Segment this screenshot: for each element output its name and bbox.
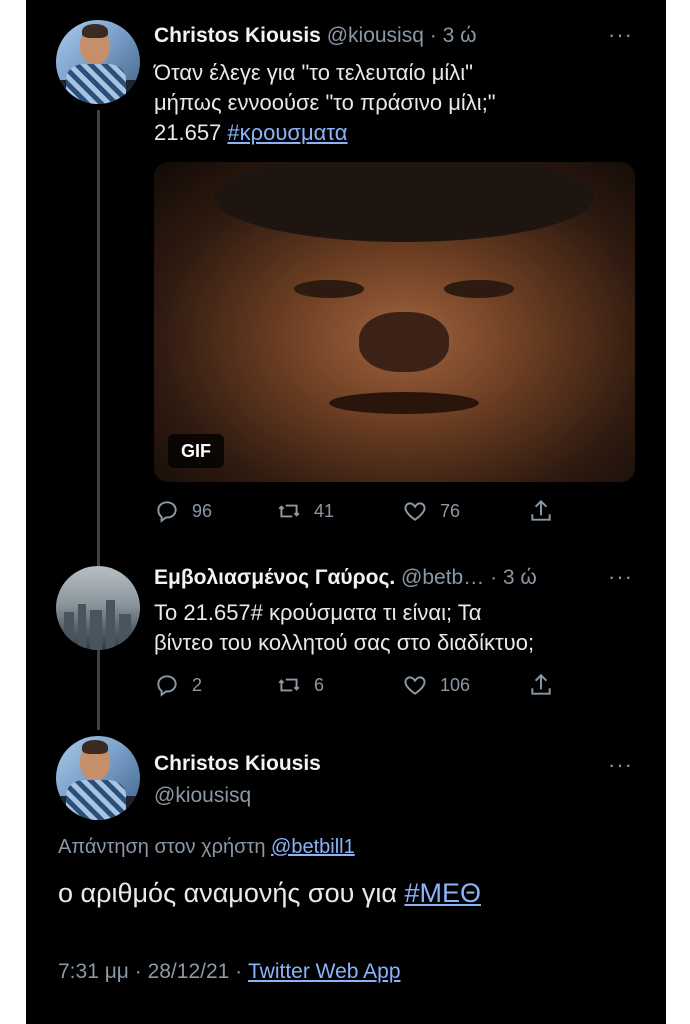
tweet2-like-button[interactable]: 106 — [402, 672, 470, 698]
tweet3-source-link[interactable]: Twitter Web App — [248, 960, 401, 983]
tweet1-reply-button[interactable]: 96 — [154, 498, 212, 524]
tweet3-meta: 7:31 μμ · 28/12/21 · Twitter Web App — [58, 960, 401, 984]
retweet-icon — [278, 504, 300, 518]
twitter-thread: Christos Kiousis @kiousisq · 3 ώ ··· Ότα… — [26, 0, 666, 1024]
tweet1-like-count: 76 — [440, 500, 461, 521]
avatar-christos-kiousis-main[interactable] — [56, 736, 140, 820]
tweet1-gif-media[interactable]: GIF — [154, 162, 635, 482]
tweet1-retweet-count: 41 — [314, 500, 335, 521]
heart-icon — [404, 676, 426, 695]
heart-icon — [404, 502, 426, 521]
replying-to-label: Απάντηση στον χρήστη — [58, 836, 272, 858]
tweet1-author-handle[interactable]: @kiousisq — [327, 24, 424, 47]
tweet1-share-button[interactable] — [528, 498, 566, 524]
tweet1-text-line1: Όταν έλεγε για "το τελευταίο μίλι" — [154, 60, 473, 85]
tweet3-timestamp[interactable]: 7:31 μμ · 28/12/21 · — [58, 960, 248, 983]
tweet1-header: Christos Kiousis @kiousisq · 3 ώ — [154, 24, 477, 48]
share-icon — [531, 499, 551, 521]
tweet3-author-name-wrap: Christos Kiousis — [154, 752, 321, 776]
share-icon — [531, 673, 551, 695]
tweet2-text-line2: βίντεο του κολλητού σας στο διαδίκτυο; — [154, 630, 535, 655]
tweet2-text-line1: Το 21.657# κρούσματα τι είναι; Τα — [154, 600, 482, 625]
reply-icon — [157, 675, 177, 697]
tweet2-reply-count: 2 — [192, 674, 203, 695]
gif-badge: GIF — [168, 434, 224, 468]
tweet2-share-button[interactable] — [528, 672, 566, 698]
tweet1-author-name[interactable]: Christos Kiousis — [154, 24, 321, 47]
tweet1-text-line3: 21.657 #κρουσματα — [154, 118, 644, 148]
tweet1-more-icon[interactable]: ··· — [608, 22, 633, 48]
avatar-christos-kiousis[interactable] — [56, 20, 140, 104]
tweet2-retweet-count: 6 — [314, 674, 325, 695]
tweet3-more-icon[interactable]: ··· — [608, 752, 633, 778]
tweet1-like-button[interactable]: 76 — [402, 498, 460, 524]
tweet1-retweet-button[interactable]: 41 — [276, 498, 334, 524]
tweet2-like-count: 106 — [440, 674, 471, 695]
tweet2-time[interactable]: · 3 ώ — [490, 566, 537, 589]
avatar-embolias-gavros[interactable] — [56, 566, 140, 650]
tweet2-author-handle[interactable]: @betb… — [401, 566, 484, 589]
tweet3-hashtag-link[interactable]: #ΜΕΘ — [404, 878, 481, 908]
tweet2-text: Το 21.657# κρούσματα τι είναι; Τα βίντεο… — [154, 598, 654, 658]
tweet2-more-icon[interactable]: ··· — [608, 564, 633, 590]
tweet2-author-name[interactable]: Εμβολιασμένος Γαύρος. — [154, 566, 395, 589]
retweet-icon — [278, 678, 300, 692]
replying-to-handle-link[interactable]: @betbill1 — [271, 836, 355, 858]
tweet3-author-handle[interactable]: @kiousisq — [154, 784, 251, 808]
tweet3-text-body: ο αριθμός αναμονής σου για — [58, 878, 405, 908]
reply-icon — [157, 501, 177, 523]
replying-to-line: Απάντηση στον χρήστη @betbill1 — [58, 836, 355, 859]
tweet1-time[interactable]: · 3 ώ — [430, 24, 477, 47]
tweet1-text-line2: μήπως εννοούσε "το πράσινο μίλι;" — [154, 90, 496, 115]
tweet3-text: ο αριθμός αναμονής σου για #ΜΕΘ — [58, 878, 481, 909]
tweet2-retweet-button[interactable]: 6 — [276, 672, 324, 698]
tweet1-hashtag-link[interactable]: #κρουσματα — [227, 120, 347, 145]
tweet2-header: Εμβολιασμένος Γαύρος. @betb… · 3 ώ — [154, 566, 537, 590]
tweet1-text: Όταν έλεγε για "το τελευταίο μίλι" μήπως… — [154, 58, 644, 148]
tweet1-reply-count: 96 — [192, 500, 213, 521]
tweet2-reply-button[interactable]: 2 — [154, 672, 202, 698]
tweet1-number: 21.657 — [154, 120, 228, 145]
tweet3-author-name[interactable]: Christos Kiousis — [154, 752, 321, 775]
